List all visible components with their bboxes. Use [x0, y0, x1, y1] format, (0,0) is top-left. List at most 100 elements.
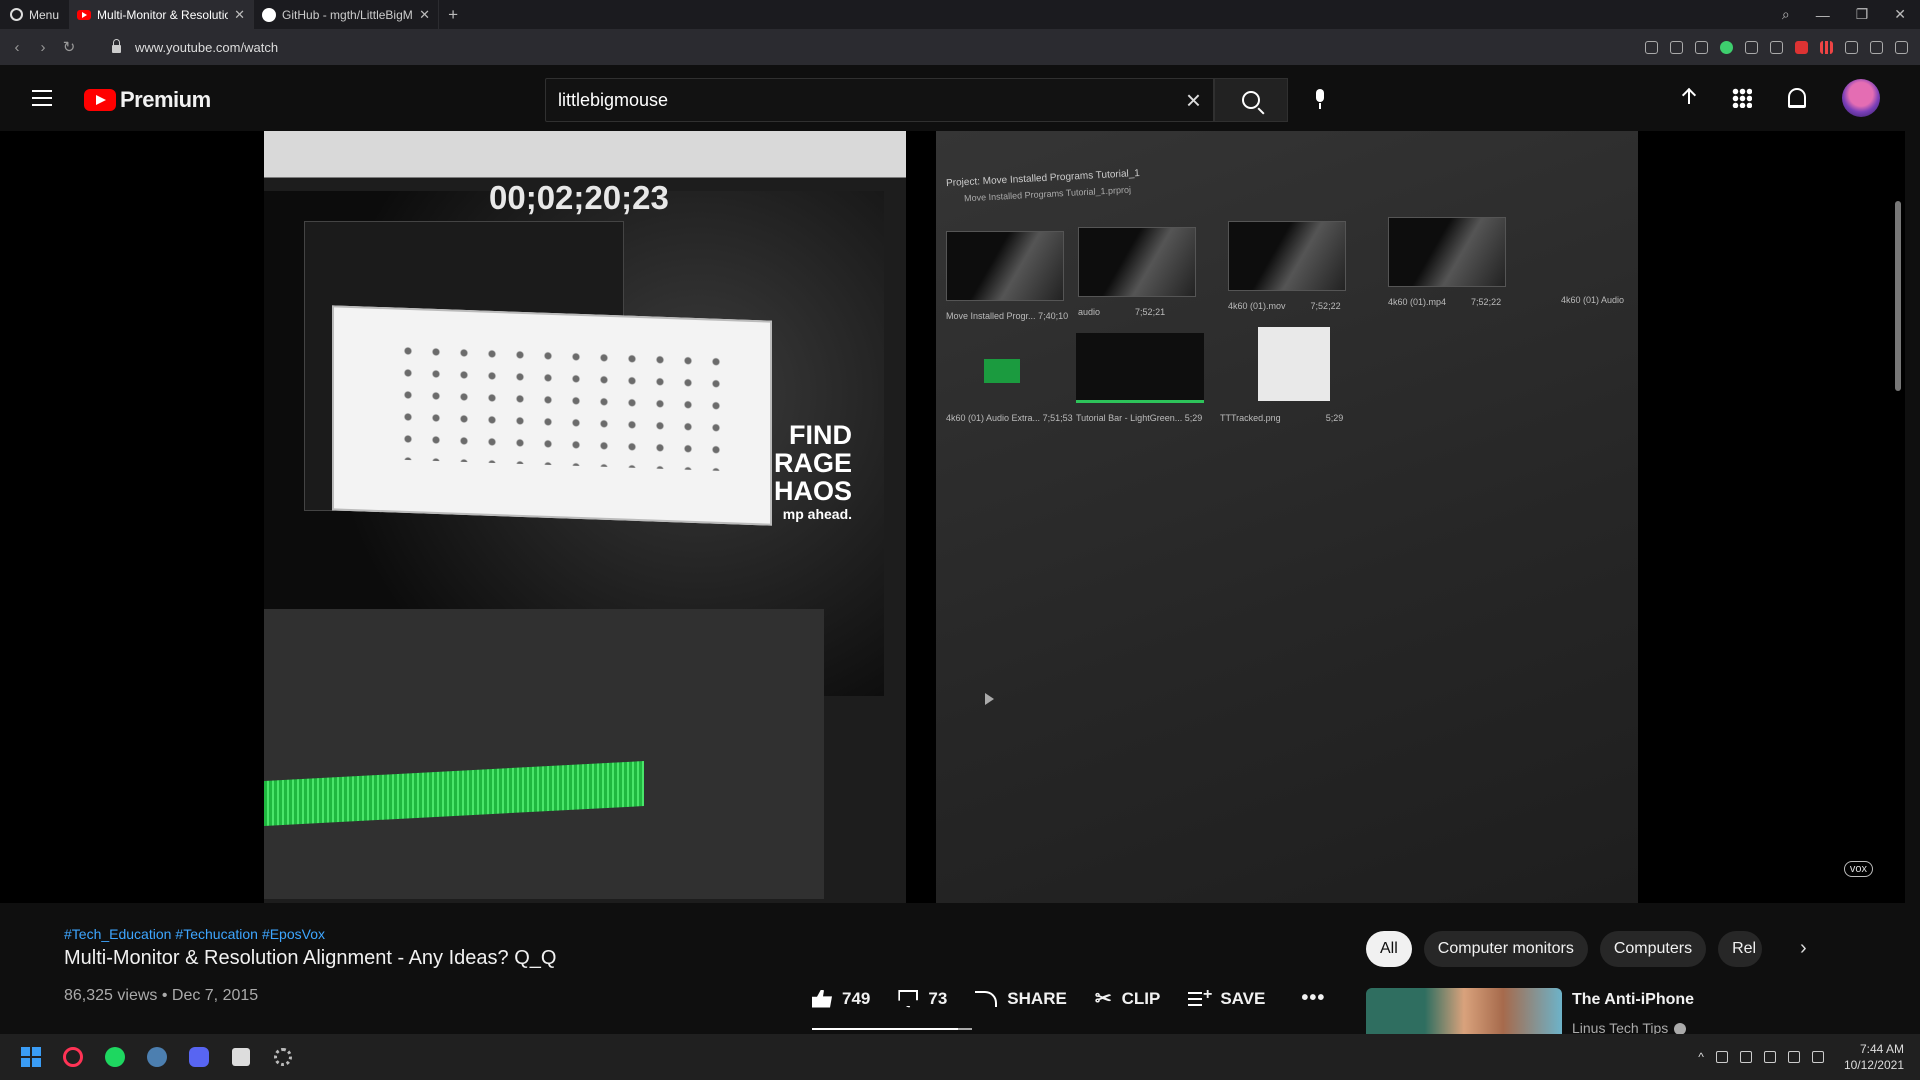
- avatar[interactable]: [1842, 79, 1880, 117]
- hashtag-link[interactable]: #EposVox: [262, 926, 325, 942]
- microphone-icon[interactable]: [1312, 89, 1328, 113]
- opera-icon: [63, 1047, 83, 1067]
- gear-icon: [274, 1048, 292, 1066]
- save-label: SAVE: [1220, 988, 1266, 1008]
- page-scrollbar[interactable]: [1895, 201, 1901, 391]
- search-icon: [1242, 91, 1260, 109]
- url-text: www.youtube.com/watch: [135, 39, 279, 55]
- zoom-icon[interactable]: [1645, 40, 1658, 54]
- bin-thumbnail: [1388, 217, 1506, 287]
- system-clock[interactable]: 7:44 AM 10/12/2021: [1844, 1041, 1904, 1073]
- bin-item-caption: 4k60 (01).mov 7;52;22: [1228, 301, 1341, 311]
- search-input[interactable]: littlebigmouse ×: [545, 78, 1214, 122]
- chip-computer-monitors[interactable]: Computer monitors: [1423, 931, 1588, 967]
- bin-item-caption: audio 7;52;21: [1078, 307, 1166, 317]
- minimize-icon[interactable]: —: [1816, 7, 1830, 23]
- extension-icons: [1645, 40, 1920, 54]
- reload-icon[interactable]: ↻: [56, 38, 82, 56]
- share-button[interactable]: SHARE: [975, 989, 1067, 1009]
- app-icon: [232, 1048, 250, 1066]
- spotify-icon: [105, 1047, 125, 1067]
- chip-all[interactable]: All: [1366, 931, 1412, 967]
- discord-icon: [189, 1047, 209, 1067]
- start-button[interactable]: [10, 1034, 52, 1080]
- chevron-up-icon[interactable]: ^: [1698, 1050, 1704, 1064]
- bin-thumbnail: [1228, 221, 1346, 291]
- browser-search-icon[interactable]: ⌕: [1782, 6, 1790, 23]
- edit-icon[interactable]: [1670, 40, 1683, 54]
- bin-item-caption: TTTracked.png 5;29: [1220, 413, 1344, 423]
- bin-item-caption: 4k60 (01) Audio Extra... 7;51;53: [946, 413, 1073, 423]
- clip-button[interactable]: ✂ CLIP: [1095, 986, 1161, 1011]
- taskbar-app[interactable]: [220, 1034, 262, 1080]
- video-player[interactable]: 00;02;20;23 FIND RAGE HAOS mp ahead. Pro…: [0, 131, 1905, 903]
- playlist-add-icon: [1188, 986, 1212, 1006]
- forward-icon[interactable]: ›: [30, 39, 56, 56]
- mouse-cursor-icon: [985, 693, 994, 705]
- close-window-icon[interactable]: ✕: [1894, 6, 1906, 23]
- taskbar-spotify[interactable]: [94, 1034, 136, 1080]
- chip-computers[interactable]: Computers: [1599, 931, 1707, 967]
- windows-taskbar: ^ 7:44 AM 10/12/2021: [0, 1034, 1920, 1080]
- lock-icon: [112, 39, 121, 53]
- taskbar-opera[interactable]: [52, 1034, 94, 1080]
- player-icon[interactable]: [1745, 40, 1758, 54]
- recommended-video-thumbnail[interactable]: [1366, 988, 1562, 1034]
- save-button[interactable]: SAVE: [1188, 986, 1266, 1009]
- hashtag-link[interactable]: #Techucation: [175, 926, 258, 942]
- editor-timeline: [264, 609, 824, 899]
- hamburger-menu-icon[interactable]: [32, 90, 52, 106]
- download-icon[interactable]: [1870, 40, 1883, 54]
- tab-close-icon[interactable]: ✕: [234, 7, 245, 23]
- hashtag-link[interactable]: #Tech_Education: [64, 926, 171, 942]
- thumbs-down-icon: [898, 989, 919, 1008]
- extension-grid-icon[interactable]: [1820, 40, 1833, 54]
- dislike-button[interactable]: 73: [898, 989, 947, 1009]
- back-icon[interactable]: ‹: [4, 39, 30, 56]
- upload-icon[interactable]: [1682, 88, 1696, 108]
- apps-grid-icon[interactable]: [1732, 88, 1752, 108]
- clear-search-icon[interactable]: ×: [1186, 85, 1201, 116]
- camera-icon[interactable]: [1695, 40, 1708, 54]
- channel-watermark[interactable]: vox: [1843, 861, 1873, 877]
- address-bar: ‹ › ↻ www.youtube.com/watch: [0, 29, 1920, 65]
- taskbar-steam[interactable]: [136, 1034, 178, 1080]
- notifications-bell-icon[interactable]: [1788, 88, 1806, 108]
- search-button[interactable]: [1214, 78, 1288, 122]
- browser-menu-button[interactable]: Menu: [0, 0, 69, 29]
- extension-badge-icon[interactable]: [1795, 40, 1808, 54]
- taskbar-discord[interactable]: [178, 1034, 220, 1080]
- cube-icon[interactable]: [1845, 40, 1858, 54]
- window-controls: ⌕ — ❐ ✕: [1782, 6, 1920, 23]
- youtube-logo[interactable]: Premium: [84, 87, 211, 113]
- mic-tray-icon[interactable]: [1763, 1051, 1776, 1063]
- restore-icon[interactable]: ❐: [1856, 6, 1869, 23]
- vpn-icon[interactable]: [1720, 40, 1733, 54]
- recommended-video-title[interactable]: The Anti-iPhone: [1572, 991, 1694, 1009]
- taskbar-settings[interactable]: [262, 1034, 304, 1080]
- video-title: Multi-Monitor & Resolution Alignment - A…: [64, 947, 557, 969]
- chevron-right-icon[interactable]: ›: [1800, 937, 1807, 960]
- tab-close-icon[interactable]: ✕: [419, 7, 430, 23]
- share-arrow-icon: [975, 990, 998, 1007]
- youtube-favicon-icon: [77, 9, 92, 20]
- bin-item-caption: Tutorial Bar - LightGreen... 5;29: [1076, 413, 1203, 423]
- like-button[interactable]: 749: [812, 989, 870, 1009]
- url-field[interactable]: www.youtube.com/watch: [112, 39, 279, 55]
- dislike-count: 73: [928, 988, 948, 1008]
- chip-related[interactable]: Rel: [1718, 931, 1763, 967]
- heart-icon[interactable]: [1770, 40, 1783, 54]
- tab-youtube[interactable]: Multi-Monitor & Resolutio ✕: [69, 0, 255, 29]
- discord-tray-icon[interactable]: [1715, 1051, 1728, 1063]
- steam-tray-icon[interactable]: [1739, 1051, 1752, 1063]
- like-ratio-bar: [812, 1028, 972, 1030]
- network-icon[interactable]: [1787, 1051, 1800, 1063]
- bin-thumbnail: [1076, 333, 1204, 403]
- tab-github[interactable]: GitHub - mgth/LittleBigMo ✕: [254, 0, 440, 29]
- easy-setup-icon[interactable]: [1895, 40, 1908, 54]
- new-tab-button[interactable]: +: [439, 5, 467, 25]
- volume-icon[interactable]: [1811, 1051, 1824, 1063]
- audio-clip-icon: [984, 359, 1020, 383]
- more-actions-icon[interactable]: •••: [1301, 987, 1325, 1010]
- clock-date: 10/12/2021: [1843, 1058, 1904, 1072]
